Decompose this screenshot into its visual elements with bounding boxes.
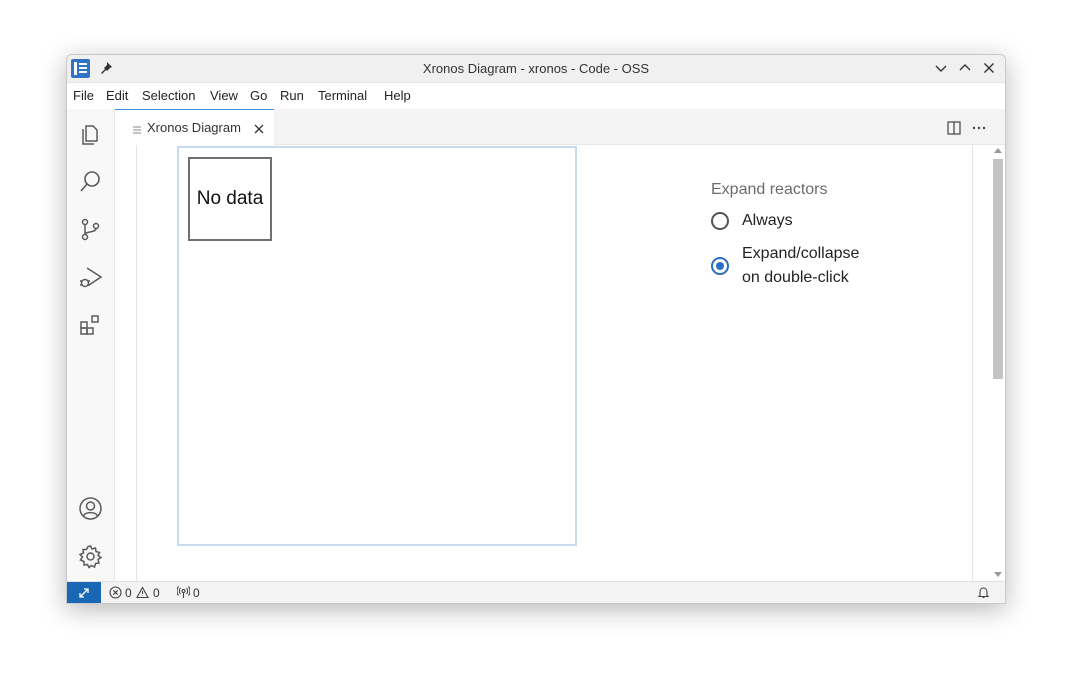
source-control-icon[interactable] bbox=[78, 217, 103, 242]
remote-indicator-button[interactable] bbox=[67, 582, 101, 603]
warning-icon[interactable] bbox=[136, 586, 149, 599]
status-bar: 0 0 0 bbox=[67, 581, 1005, 603]
scroll-up-arrow-icon[interactable] bbox=[994, 148, 1002, 153]
menu-terminal[interactable]: Terminal bbox=[318, 88, 367, 103]
files-icon[interactable] bbox=[78, 121, 103, 146]
menu-help[interactable]: Help bbox=[384, 88, 411, 103]
diagram-view: No data Expand reactors Always Expand/co… bbox=[136, 145, 973, 581]
radio-always[interactable] bbox=[711, 212, 729, 230]
radio-expand-collapse-label-line2: on double-click bbox=[742, 269, 849, 286]
radio-expand-collapse-label-line1: Expand/collapse bbox=[742, 245, 860, 262]
menu-selection[interactable]: Selection bbox=[142, 88, 195, 103]
ports-count[interactable]: 0 bbox=[193, 586, 200, 600]
warning-count[interactable]: 0 bbox=[153, 586, 160, 600]
menu-bar: File Edit Selection View Go Run Terminal… bbox=[67, 83, 1005, 109]
extensions-icon[interactable] bbox=[78, 313, 103, 338]
radio-expand-collapse[interactable] bbox=[711, 257, 729, 275]
diagram-canvas[interactable]: No data bbox=[177, 146, 577, 546]
minimize-icon[interactable] bbox=[933, 60, 949, 76]
close-window-icon[interactable] bbox=[981, 60, 997, 76]
search-icon[interactable] bbox=[78, 169, 103, 194]
vertical-scrollbar[interactable] bbox=[990, 145, 1005, 581]
notifications-bell-icon[interactable] bbox=[977, 586, 990, 599]
no-data-node: No data bbox=[188, 157, 272, 241]
radio-always-label[interactable]: Always bbox=[742, 209, 793, 233]
window-title: Xronos Diagram - xronos - Code - OSS bbox=[422, 61, 650, 76]
menu-go[interactable]: Go bbox=[250, 88, 267, 103]
tab-xronos-diagram[interactable]: Xronos Diagram bbox=[115, 109, 274, 145]
settings-gear-icon[interactable] bbox=[78, 544, 103, 569]
radio-expand-collapse-label[interactable]: Expand/collapse on double-click bbox=[742, 242, 859, 290]
error-count[interactable]: 0 bbox=[125, 586, 132, 600]
account-icon[interactable] bbox=[78, 496, 103, 521]
tab-close-icon[interactable] bbox=[253, 122, 265, 134]
menu-view[interactable]: View bbox=[210, 88, 238, 103]
menu-file[interactable]: File bbox=[73, 88, 94, 103]
error-icon[interactable] bbox=[109, 586, 122, 599]
more-actions-icon[interactable] bbox=[971, 121, 987, 135]
maximize-icon[interactable] bbox=[957, 60, 973, 76]
split-editor-icon[interactable] bbox=[947, 121, 961, 135]
title-bar: Xronos Diagram - xronos - Code - OSS bbox=[67, 55, 1005, 83]
vscode-window: Xronos Diagram - xronos - Code - OSS Fil… bbox=[66, 54, 1006, 604]
tab-label: Xronos Diagram bbox=[147, 120, 241, 135]
activity-bar bbox=[67, 109, 115, 581]
preview-file-icon bbox=[132, 122, 142, 134]
scroll-down-arrow-icon[interactable] bbox=[994, 572, 1002, 577]
scroll-thumb[interactable] bbox=[993, 159, 1003, 379]
run-debug-icon[interactable] bbox=[78, 265, 103, 290]
menu-run[interactable]: Run bbox=[280, 88, 304, 103]
menu-edit[interactable]: Edit bbox=[106, 88, 128, 103]
expand-reactors-heading: Expand reactors bbox=[711, 181, 828, 198]
ports-icon[interactable] bbox=[176, 586, 191, 599]
no-data-label: No data bbox=[196, 188, 264, 209]
editor-tab-strip: Xronos Diagram bbox=[115, 109, 1005, 145]
